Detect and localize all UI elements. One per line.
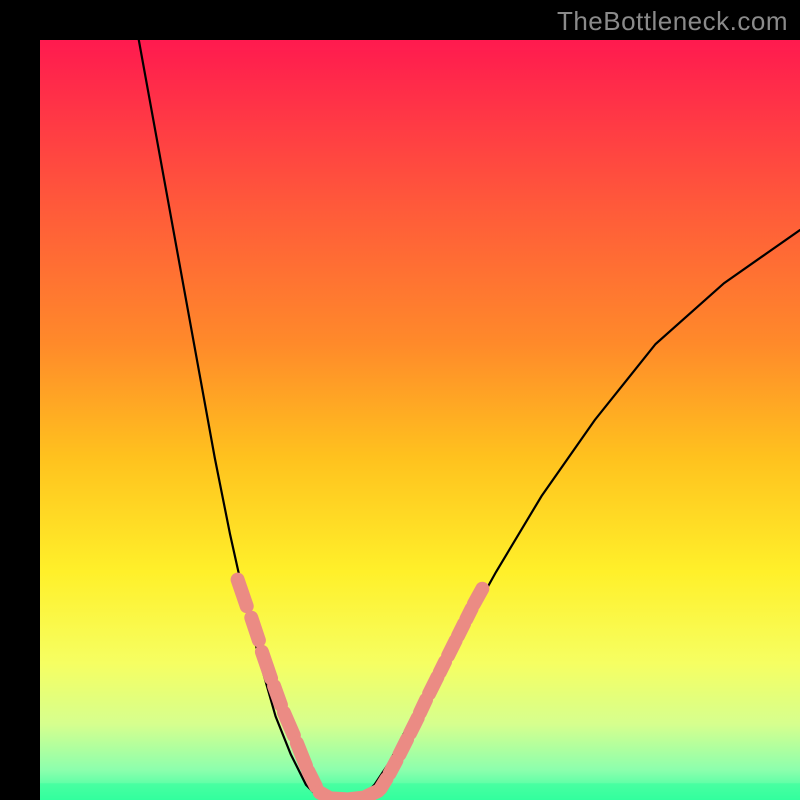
right-dashes-seg-10 (474, 589, 482, 604)
right-dashes-seg-1 (390, 760, 397, 773)
left-dashes-seg-6 (308, 771, 316, 786)
right-dashes-seg-8 (458, 624, 464, 636)
right-dashes-seg-2 (399, 739, 407, 754)
left-dashes-seg-1 (251, 618, 259, 641)
right-dashes-seg-7 (448, 640, 456, 655)
gradient-background (40, 40, 800, 800)
left-dashes-seg-2 (262, 652, 271, 679)
right-dashes-seg-3 (410, 718, 418, 733)
left-dashes-seg-0 (238, 580, 247, 607)
left-dashes-seg-4 (284, 713, 294, 736)
plot-area (40, 40, 800, 800)
right-dashes-seg-0 (380, 779, 386, 789)
chart-frame: TheBottleneck.com (0, 0, 800, 800)
right-dashes-seg-5 (429, 677, 437, 694)
green-band (40, 783, 800, 800)
right-dashes-seg-6 (440, 662, 445, 673)
left-dashes-seg-3 (274, 686, 281, 705)
right-dashes-seg-4 (420, 700, 426, 713)
watermark-label: TheBottleneck.com (557, 6, 788, 37)
plot-svg (40, 40, 800, 800)
left-dashes-seg-5 (297, 743, 306, 766)
